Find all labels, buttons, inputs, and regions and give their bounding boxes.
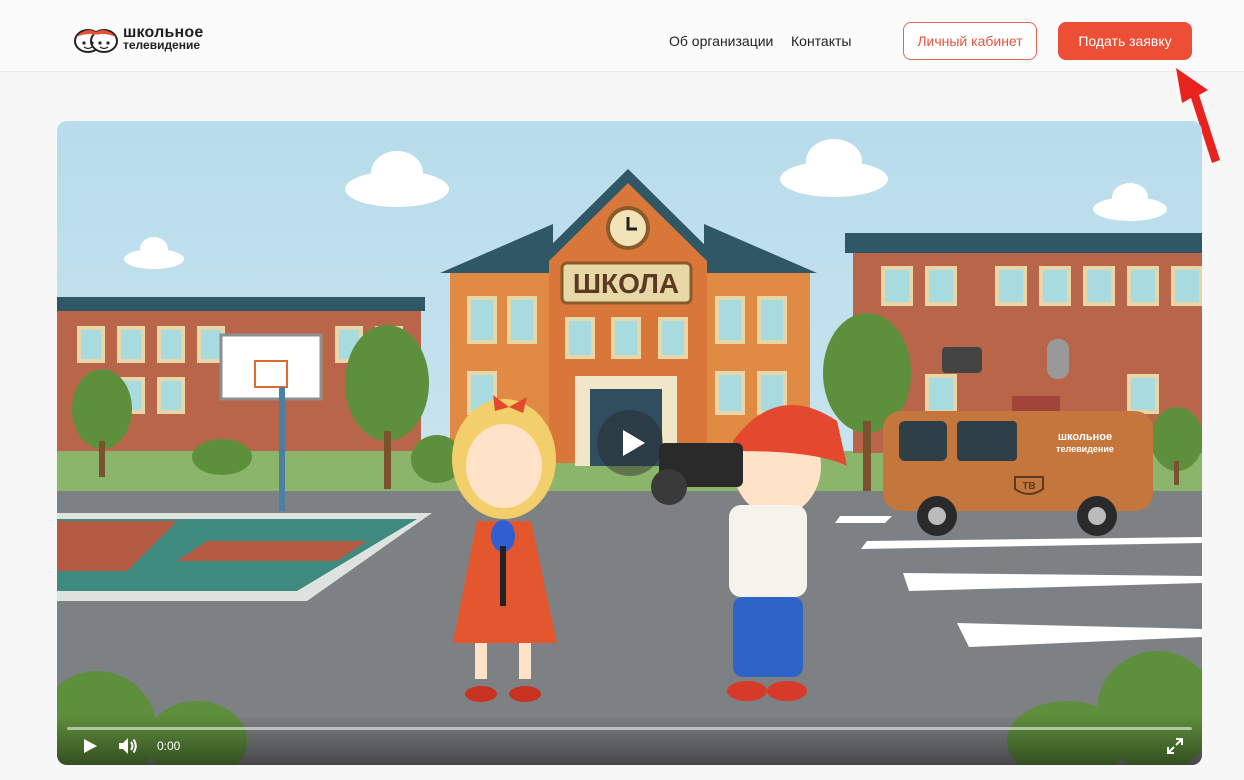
play-icon — [623, 430, 645, 456]
van-logo-line-1: школьное — [1058, 431, 1112, 443]
logo-text: школьное телевидение — [123, 25, 203, 52]
logo[interactable]: школьное телевидение — [73, 24, 203, 54]
apply-button[interactable]: Подать заявку — [1058, 22, 1192, 60]
video-progress-bar[interactable] — [67, 727, 1192, 730]
nav-link-contacts[interactable]: Контакты — [791, 33, 851, 49]
video-time: 0:00 — [157, 739, 181, 753]
nav-link-about[interactable]: Об организации — [669, 33, 773, 49]
volume-icon[interactable] — [117, 736, 139, 756]
logo-line-2: телевидение — [123, 38, 201, 52]
logo-icon — [74, 29, 118, 53]
site-header: школьное телевидение Об организации Конт… — [0, 0, 1244, 72]
van-badge: ТВ — [1022, 481, 1035, 492]
personal-cabinet-button[interactable]: Личный кабинет — [903, 22, 1037, 60]
play-icon[interactable] — [81, 737, 99, 755]
video-controls: 0:00 — [57, 715, 1202, 765]
van-logo-line-2: телевидение — [1056, 444, 1114, 454]
video-player[interactable]: ШКОЛА школьное телевидение ТВ 0:00 — [57, 121, 1202, 765]
play-button-large[interactable] — [597, 410, 663, 476]
school-sign: ШКОЛА — [573, 268, 679, 299]
fullscreen-icon[interactable] — [1166, 737, 1184, 755]
